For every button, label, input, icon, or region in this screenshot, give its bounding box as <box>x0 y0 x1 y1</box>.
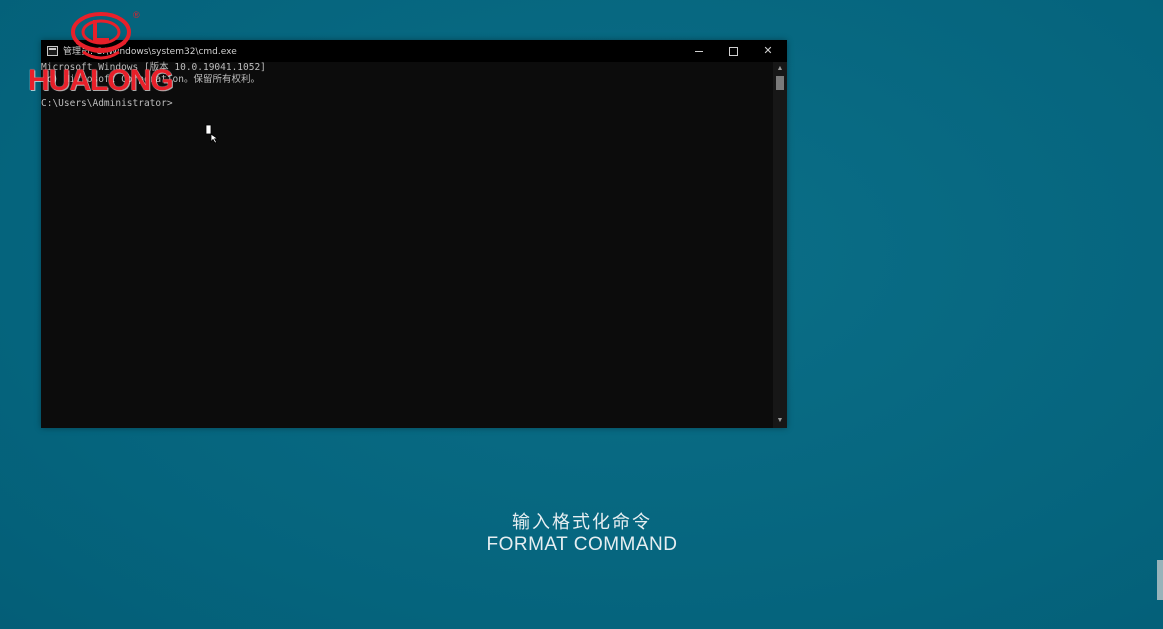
minimize-button[interactable] <box>682 40 716 62</box>
registered-mark: ® <box>133 10 140 20</box>
close-button[interactable]: ✕ <box>751 40 785 62</box>
mouse-cursor-icon <box>205 124 221 144</box>
scroll-up-icon[interactable]: ▲ <box>773 64 787 74</box>
vertical-scrollbar[interactable]: ▲ ▼ <box>773 62 787 428</box>
maximize-icon <box>728 46 738 56</box>
logo-text: HUALONG <box>28 64 174 97</box>
scroll-down-icon[interactable]: ▼ <box>773 416 787 426</box>
minimize-icon <box>695 50 703 52</box>
caption-chinese: 输入格式化命令 <box>512 512 652 533</box>
hualong-logo: ® HUALONG <box>26 8 176 100</box>
console-output[interactable]: Microsoft Windows [版本 10.0.19041.1052] (… <box>41 62 773 428</box>
caption-english: FORMAT COMMAND <box>486 534 678 555</box>
close-icon: ✕ <box>763 44 773 57</box>
scroll-thumb[interactable] <box>776 76 784 90</box>
edge-strip <box>1157 560 1163 600</box>
hualong-emblem-icon: ® <box>71 10 140 60</box>
maximize-button[interactable] <box>716 40 750 62</box>
